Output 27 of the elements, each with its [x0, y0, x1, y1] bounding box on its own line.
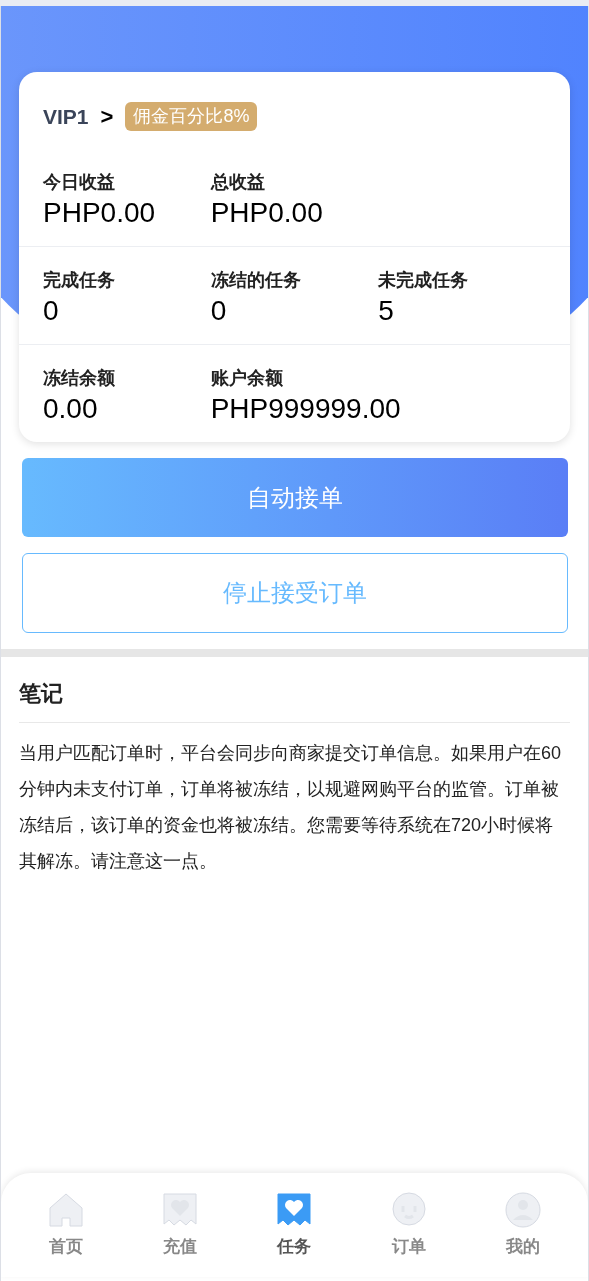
nav-tab[interactable]: 首页: [26, 1190, 107, 1260]
nav-tab[interactable]: 充值: [140, 1190, 221, 1260]
person-icon: [502, 1190, 543, 1231]
stat-label: 总收益: [210, 171, 266, 194]
notes-text: 当用户匹配订单时，平台会同步向商家提交订单信息。如果用户在60分钟内未支付订单，订单将被冻结，以规避网购平台的监管。订单被冻结后，该订单的资金也将被冻结。您需要等待系统在720小时候将其解冻。请注意这一点。: [19, 742, 563, 873]
stat-value: 0.00: [43, 392, 98, 426]
nav-tab[interactable]: 我的: [482, 1190, 563, 1260]
nav-tab[interactable]: 任务: [254, 1190, 335, 1260]
vip-level: VIP1: [43, 103, 89, 130]
stat-value: 0: [43, 294, 59, 328]
stop-accepting-button[interactable]: 停止接受订单: [22, 553, 568, 633]
notes-title: 笔记: [19, 677, 570, 723]
stat-label: 完成任务: [43, 269, 116, 292]
stat-label: 未完成任务: [378, 269, 470, 292]
nav-tab[interactable]: 订单: [368, 1190, 449, 1260]
stat-label: 账户余额: [210, 367, 284, 390]
auto-accept-button[interactable]: 自动接单: [22, 458, 568, 537]
commission-tag: 佣金百分比8%: [125, 102, 258, 131]
stat-label: 冻结余额: [43, 367, 116, 390]
stat-value: PHP0.00: [43, 196, 156, 230]
stat-value: 0: [210, 294, 227, 328]
arrow-glyph[interactable]: >: [100, 100, 114, 133]
stat-value: PHP999999.00: [210, 392, 401, 426]
stat-value: 5: [378, 294, 394, 328]
stat-label: 今日收益: [43, 171, 116, 194]
stat-label: 冻结的任务: [210, 269, 302, 292]
stat-value: PHP0.00: [210, 196, 323, 230]
